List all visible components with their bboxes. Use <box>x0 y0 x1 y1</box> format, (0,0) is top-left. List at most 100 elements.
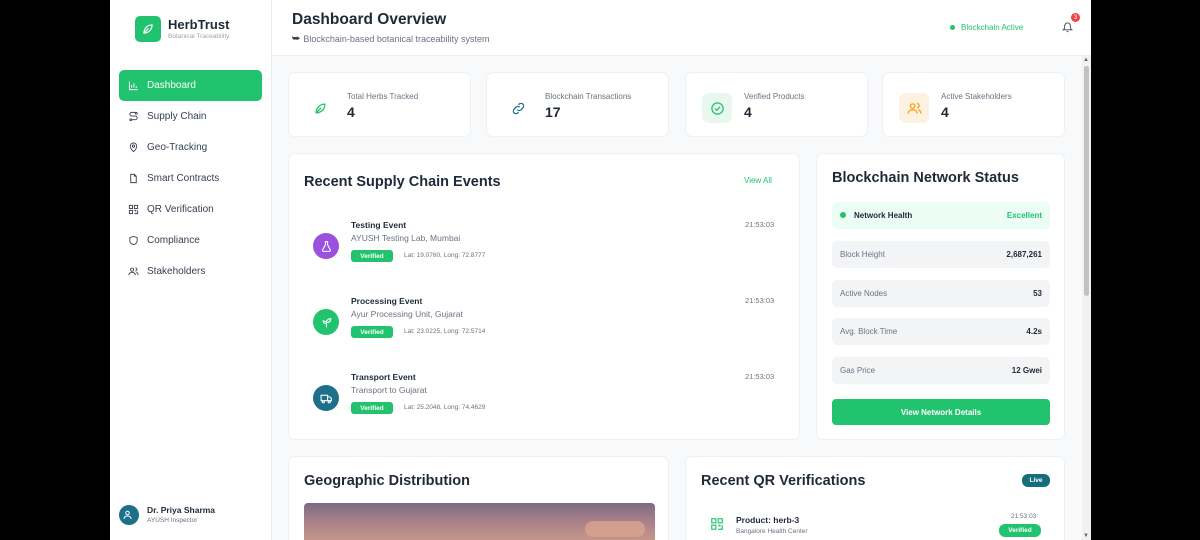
sidebar-item-label: Dashboard <box>147 80 196 91</box>
row-value: 53 <box>1033 289 1042 298</box>
geo-title: Geographic Distribution <box>304 473 470 489</box>
status-dot-icon <box>840 212 846 218</box>
geo-distribution-card: Geographic Distribution <box>288 456 669 540</box>
bell-icon <box>1062 22 1073 33</box>
brand-subtitle: Botanical Traceability <box>168 33 230 40</box>
row-value: 2,687,261 <box>1006 250 1042 259</box>
row-label: Gas Price <box>840 366 876 375</box>
block-height-row: Block Height 2,687,261 <box>832 241 1050 268</box>
live-badge: Live <box>1022 474 1050 487</box>
event-time: 21:53:03 <box>745 220 775 229</box>
page-subtitle-text: Blockchain-based botanical traceability … <box>303 33 490 44</box>
stat-card-herbs: Total Herbs Tracked 4 <box>288 72 471 137</box>
shield-icon <box>127 235 139 247</box>
route-icon <box>127 111 139 123</box>
user-name: Dr. Priya Sharma <box>147 505 216 515</box>
stat-label: Blockchain Transactions <box>545 92 632 101</box>
page-subtitle: ⮩ Blockchain-based botanical traceabilit… <box>292 33 489 44</box>
sidebar-nav: Dashboard Supply Chain Geo-Tracking Smar… <box>119 70 262 287</box>
user-profile[interactable]: Dr. Priya Sharma AYUSH Inspector <box>119 505 215 525</box>
sidebar-item-geo-tracking[interactable]: Geo-Tracking <box>119 132 262 163</box>
row-label: Block Height <box>840 250 885 259</box>
gas-price-row: Gas Price 12 Gwei <box>832 357 1050 384</box>
qr-product: Product: herb-3 <box>736 515 800 525</box>
network-title: Blockchain Network Status <box>832 170 1019 186</box>
network-health-value: Excellent <box>1006 211 1042 220</box>
sidebar-item-label: Geo-Tracking <box>147 142 208 153</box>
event-title: Processing Event <box>351 296 423 306</box>
event-coords: Lat: 19.0760, Long: 72.8777 <box>404 252 486 259</box>
stat-value: 4 <box>941 104 949 120</box>
stat-card-verified: Verified Products 4 <box>685 72 868 137</box>
row-value: 4.2s <box>1026 327 1042 336</box>
brand[interactable]: HerbTrust Botanical Traceability <box>135 16 229 42</box>
verified-badge: Verified <box>351 402 393 414</box>
stat-value: 4 <box>744 104 752 120</box>
event-location: Transport to Gujarat <box>351 385 427 395</box>
row-label: Active Nodes <box>840 289 888 298</box>
scroll-down-icon[interactable]: ▼ <box>1083 533 1089 539</box>
stat-value: 4 <box>347 104 355 120</box>
sidebar-item-compliance[interactable]: Compliance <box>119 225 262 256</box>
notifications-button[interactable]: 3 <box>1062 13 1080 36</box>
top-header: Dashboard Overview ⮩ Blockchain-based bo… <box>272 0 1091 56</box>
sidebar-item-supply-chain[interactable]: Supply Chain <box>119 101 262 132</box>
sidebar-item-smart-contracts[interactable]: Smart Contracts <box>119 163 262 194</box>
verified-badge: Verified <box>351 250 393 262</box>
event-item[interactable]: Processing Event Ayur Processing Unit, G… <box>313 296 793 356</box>
map-pin-icon <box>127 142 139 154</box>
event-item[interactable]: Transport Event Transport to Gujarat Ver… <box>313 372 793 432</box>
events-title: Recent Supply Chain Events <box>304 174 501 190</box>
network-health-row: Network Health Excellent <box>832 202 1050 229</box>
qr-title: Recent QR Verifications <box>701 473 866 489</box>
stat-label: Active Stakeholders <box>941 92 1012 101</box>
qr-location: Bangalore Health Center <box>736 528 808 535</box>
verified-badge: Verified <box>999 524 1041 537</box>
sidebar-item-label: Stakeholders <box>147 266 206 277</box>
app-window: HerbTrust Botanical Traceability Dashboa… <box>110 0 1091 540</box>
stat-card-stakeholders: Active Stakeholders 4 <box>882 72 1065 137</box>
sidebar-item-qr-verification[interactable]: QR Verification <box>119 194 262 225</box>
event-coords: Lat: 25.2048, Long: 74.4629 <box>404 404 486 411</box>
sidebar-item-label: Compliance <box>147 235 200 246</box>
stat-card-transactions: Blockchain Transactions 17 <box>486 72 669 137</box>
sidebar-item-stakeholders[interactable]: Stakeholders <box>119 256 262 287</box>
recent-events-card: Recent Supply Chain Events View All Test… <box>288 153 800 440</box>
bar-chart-icon <box>127 80 139 92</box>
status-dot-icon <box>950 25 955 30</box>
users-icon <box>899 93 929 123</box>
sprout-icon <box>313 309 339 335</box>
cursor-icon: ⮩ <box>292 33 301 43</box>
user-role: AYUSH Inspector <box>147 517 198 524</box>
check-circle-icon <box>702 93 732 123</box>
scroll-up-icon[interactable]: ▲ <box>1083 57 1089 63</box>
event-location: AYUSH Testing Lab, Mumbai <box>351 233 461 243</box>
sidebar-item-dashboard[interactable]: Dashboard <box>119 70 262 101</box>
blockchain-status-text: Blockchain Active <box>961 23 1024 32</box>
scroll-thumb[interactable] <box>1084 66 1089 296</box>
row-value: 12 Gwei <box>1011 366 1042 375</box>
event-item[interactable]: Testing Event AYUSH Testing Lab, Mumbai … <box>313 220 793 280</box>
stat-label: Total Herbs Tracked <box>347 92 419 101</box>
stat-value: 17 <box>545 104 561 120</box>
page-title: Dashboard Overview <box>292 11 447 28</box>
link-icon <box>503 93 533 123</box>
qr-code-icon <box>708 515 726 533</box>
active-nodes-row: Active Nodes 53 <box>832 280 1050 307</box>
event-location: Ayur Processing Unit, Gujarat <box>351 309 463 319</box>
leaf-logo-icon <box>135 16 161 42</box>
flask-icon <box>313 233 339 259</box>
map-image[interactable] <box>304 503 655 540</box>
notification-badge: 3 <box>1071 13 1080 22</box>
scrollbar[interactable]: ▲ ▼ <box>1082 56 1091 540</box>
network-health-text: Network Health <box>854 211 913 220</box>
event-title: Testing Event <box>351 220 407 230</box>
view-all-link[interactable]: View All <box>744 176 772 185</box>
avatar <box>119 505 139 525</box>
truck-icon <box>313 385 339 411</box>
sidebar-item-label: QR Verification <box>147 204 214 215</box>
stat-label: Verified Products <box>744 92 805 101</box>
qr-code-icon <box>127 204 139 216</box>
view-network-details-button[interactable]: View Network Details <box>832 399 1050 425</box>
network-status-card: Blockchain Network Status Network Health… <box>816 153 1065 440</box>
